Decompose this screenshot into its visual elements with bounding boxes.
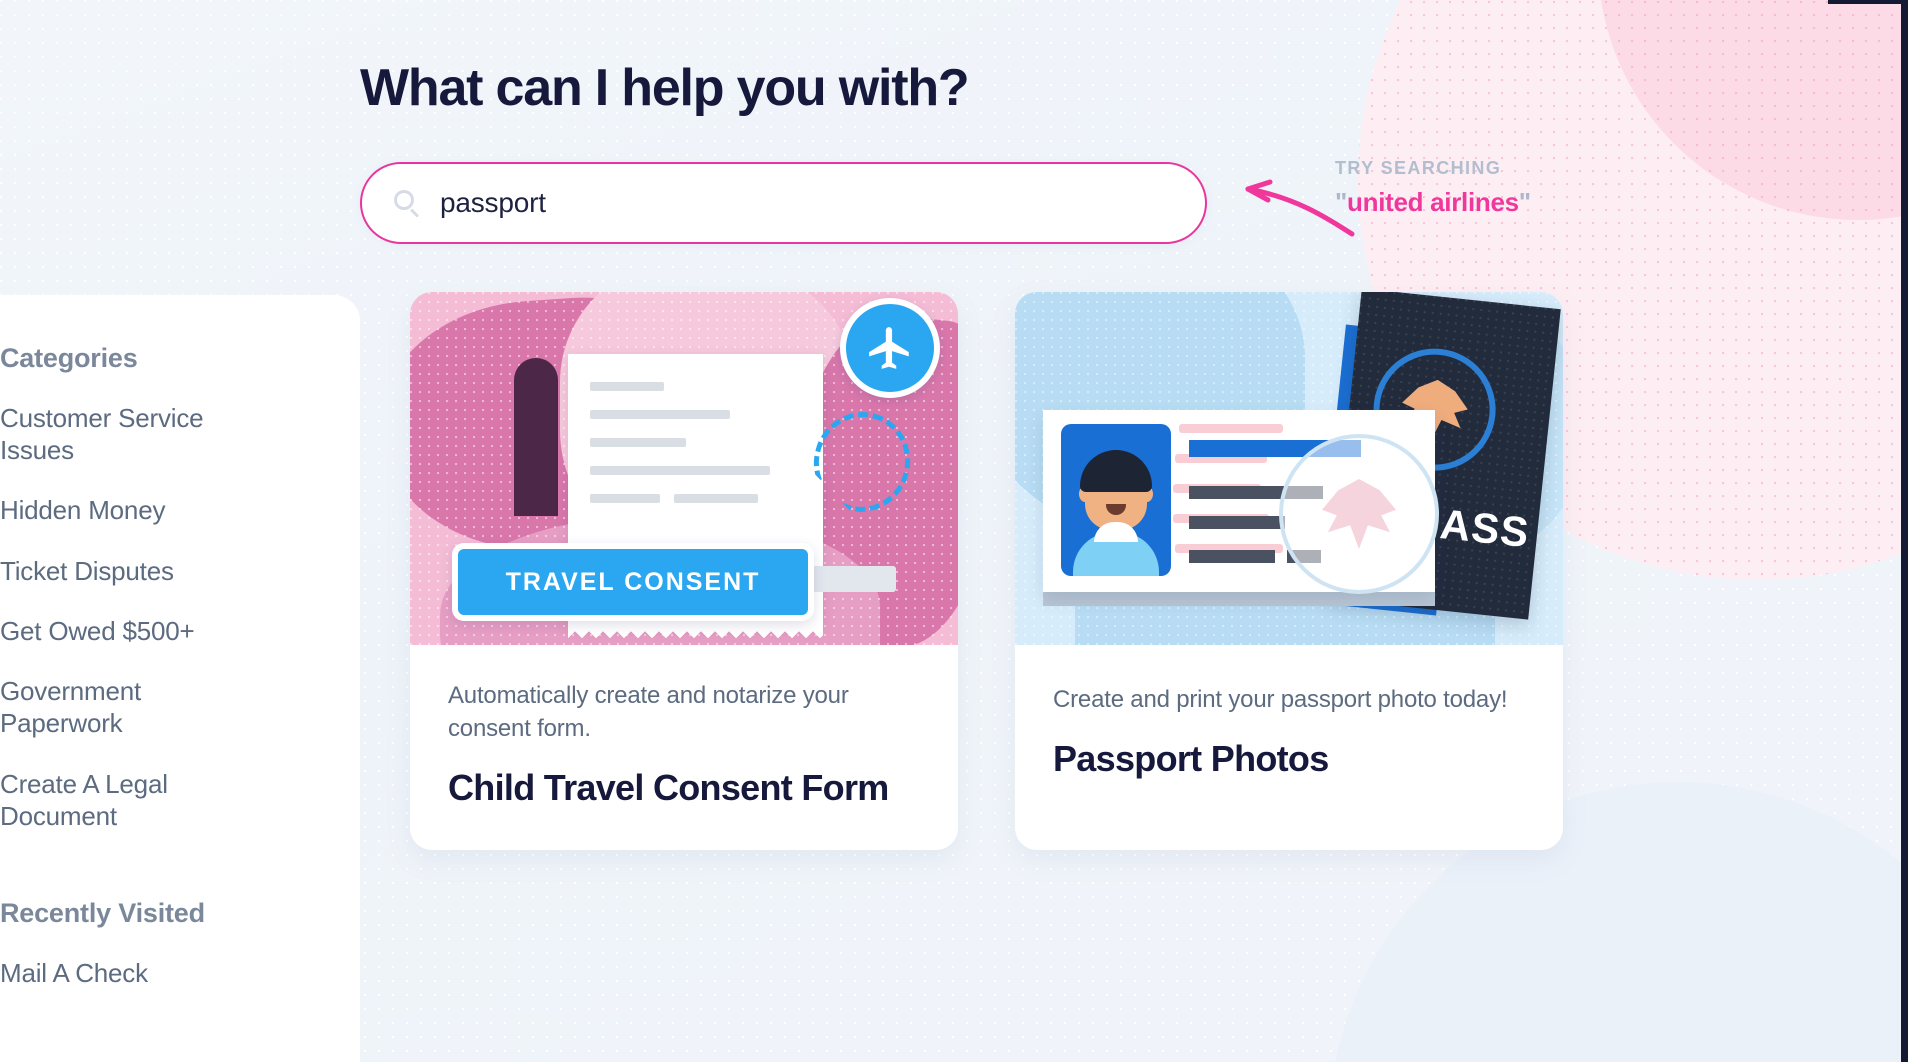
sidebar-item-create-a-legal-document[interactable]: Create A Legal Document [0,768,360,832]
suggested-search-term[interactable]: united airlines [1347,187,1519,217]
window-frame-right [1901,0,1908,1062]
sidebar-item-ticket-disputes[interactable]: Ticket Disputes [0,555,360,587]
search-results: TRAVEL CONSENT Automatically create and … [410,292,1563,850]
window-frame-top [1828,0,1908,4]
page-root: What can I help you with? passport TRY S… [0,0,1908,1062]
sidebar-item-hidden-money[interactable]: Hidden Money [0,494,360,526]
sidebar-heading-recently-visited: Recently Visited [0,898,205,929]
card-illustration-passport: ASS [1015,292,1563,645]
try-searching-label: TRY SEARCHING [1335,158,1502,178]
card-body: Automatically create and notarize your c… [410,645,958,850]
id-card-shadow-strip [1043,592,1435,606]
card-illustration-travel-consent: TRAVEL CONSENT [410,292,958,645]
sidebar-item-customer-service-issues[interactable]: Customer Service Issues [0,402,360,466]
sidebar-item-government-paperwork[interactable]: Government Paperwork [0,675,360,739]
avatar [1061,424,1171,576]
id-card-illustration [1043,410,1439,594]
open-quote: " [1335,187,1348,217]
card-description: Create and print your passport photo tod… [1053,686,1508,713]
card-title[interactable]: Child Travel Consent Form [448,767,920,809]
card-body: Create and print your passport photo tod… [1015,645,1563,850]
result-card-passport-photos[interactable]: ASS Create and print your passport photo… [1015,292,1563,850]
category-sidebar: Categories Customer Service Issues Hidde… [0,295,360,1062]
person-silhouette-icon [514,358,558,516]
travel-consent-banner: TRAVEL CONSENT [452,543,814,621]
page-title: What can I help you with? [360,59,970,117]
travel-consent-banner-label: TRAVEL CONSENT [505,567,761,596]
official-stamp-icon [1279,434,1439,594]
card-title[interactable]: Passport Photos [1053,738,1525,780]
sidebar-item-mail-a-check[interactable]: Mail A Check [0,957,360,989]
sidebar-heading-categories: Categories [0,343,138,373]
sidebar-item-get-owed-500[interactable]: Get Owed $500+ [0,615,360,647]
close-quote: " [1518,187,1531,217]
search-bar[interactable]: passport [360,162,1207,244]
search-icon [394,190,420,218]
result-card-child-travel-consent-form[interactable]: TRAVEL CONSENT Automatically create and … [410,292,958,850]
passport-book-label: ASS [1437,500,1532,557]
search-input[interactable]: passport [440,187,546,219]
airplane-icon [840,298,940,398]
card-description: Automatically create and notarize your c… [448,682,849,743]
try-searching-query[interactable]: "united airlines" [1335,187,1585,218]
search-input-container[interactable]: passport [360,162,1207,244]
try-searching-hint: TRY SEARCHING "united airlines" [1335,158,1585,218]
